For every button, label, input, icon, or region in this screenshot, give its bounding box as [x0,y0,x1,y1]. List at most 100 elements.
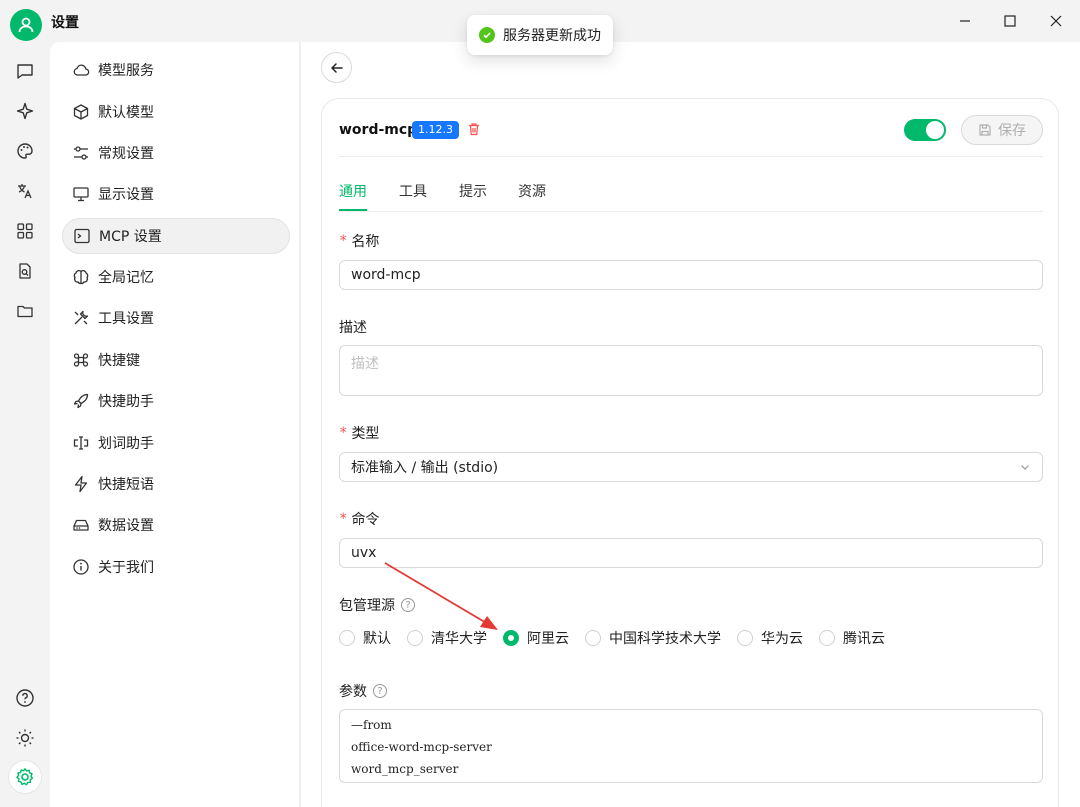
monitor-icon [72,185,90,203]
radio-dot [407,630,423,646]
header-divider [339,156,1043,157]
nav-item-model-service[interactable]: 模型服务 [62,52,290,88]
chat-icon[interactable] [14,60,36,82]
radio-dot [585,630,601,646]
settings-nav: 模型服务 默认模型 常规设置 显示设置 MCP 设置 全局记忆 工具设置 快捷键… [50,42,300,807]
description-textarea[interactable]: 描述 [339,345,1043,396]
version-badge: 1.12.3 [412,121,459,139]
nav-item-memory[interactable]: 全局记忆 [62,259,290,295]
radio-dot [819,630,835,646]
nav-item-label: 数据设置 [98,518,154,534]
check-circle-icon [479,27,495,43]
translate-icon[interactable] [14,180,36,202]
toast-message: 服务器更新成功 [503,28,601,44]
radio-registry-huawei[interactable]: 华为云 [737,628,803,648]
tab-resources[interactable]: 资源 [518,181,546,201]
nav-item-quick-phrases[interactable]: 快捷短语 [62,466,290,502]
save-label: 保存 [998,123,1026,139]
rocket-icon [72,392,90,410]
type-select[interactable]: 标准输入 / 输出 (stdio) [339,452,1043,482]
help-circle-icon: ? [373,684,387,698]
args-textarea[interactable]: —from office-word-mcp-server word_mcp_se… [339,709,1043,783]
nav-item-general[interactable]: 常规设置 [62,135,290,171]
help-circle-icon: ? [401,598,415,612]
nav-item-label: 工具设置 [98,311,154,327]
tab-prompts[interactable]: 提示 [459,181,487,201]
nav-item-selection-assistant[interactable]: 划词助手 [62,425,290,461]
toggle-knob [926,121,944,139]
content-area: word-mcp 1.12.3 保存 通用 工具 提示 资源 * 名称 word-… [301,42,1080,807]
name-input[interactable]: word-mcp [339,260,1043,290]
hard-drive-icon [72,516,90,534]
brain-icon [72,268,90,286]
delete-icon[interactable] [467,122,481,140]
args-label: 参数? [339,681,387,701]
radio-registry-default[interactable]: 默认 [339,628,391,648]
command-icon [72,351,90,369]
app-title: 设置 [51,15,79,31]
save-icon [979,124,991,136]
server-name: word-mcp [339,122,418,138]
args-line: —from [351,718,392,732]
command-input[interactable]: uvx [339,538,1043,568]
radio-registry-ustc[interactable]: 中国科学技术大学 [585,628,721,648]
back-button[interactable] [321,52,352,83]
nav-item-label: 显示设置 [98,187,154,203]
radio-dot [737,630,753,646]
nav-item-label: 快捷助手 [98,394,154,410]
chevron-down-icon [1021,465,1029,470]
sparkle-icon[interactable] [14,100,36,122]
nav-item-tools[interactable]: 工具设置 [62,300,290,336]
nav-item-label: 常规设置 [98,146,154,162]
cloud-icon [72,61,90,79]
minimize-button[interactable] [954,10,976,32]
user-avatar-icon[interactable] [10,9,42,41]
type-label: * 类型 [339,425,380,442]
registry-label: 包管理源? [339,595,415,615]
nav-item-label: 默认模型 [98,105,154,121]
radio-registry-tsinghua[interactable]: 清华大学 [407,628,487,648]
radio-registry-tencent[interactable]: 腾讯云 [819,628,885,648]
radio-registry-aliyun[interactable]: 阿里云 [503,628,569,648]
args-line: word_mcp_server [351,762,459,776]
apps-grid-icon[interactable] [14,220,36,242]
nav-item-display[interactable]: 显示设置 [62,176,290,212]
arrow-left-icon [330,62,343,73]
info-icon [72,558,90,576]
success-toast: 服务器更新成功 [467,15,613,55]
sun-icon[interactable] [14,727,36,749]
nav-item-label: 模型服务 [98,63,154,79]
tab-tools[interactable]: 工具 [399,181,427,201]
folder-icon[interactable] [14,300,36,322]
app-sidebar-rail [0,42,50,807]
cube-icon [72,103,90,121]
radio-dot [503,630,519,646]
nav-item-default-model[interactable]: 默认模型 [62,94,290,130]
radio-dot [339,630,355,646]
tab-general[interactable]: 通用 [339,181,367,201]
nav-item-data[interactable]: 数据设置 [62,507,290,543]
text-cursor-icon [72,434,90,452]
nav-item-label: MCP 设置 [99,229,162,245]
nav-item-label: 全局记忆 [98,270,154,286]
tools-icon [72,309,90,327]
settings-gear-icon[interactable] [9,761,41,793]
mcp-server-card: word-mcp 1.12.3 保存 通用 工具 提示 资源 * 名称 word-… [321,98,1059,807]
tabs-divider [339,211,1043,212]
nav-item-quick-assistant[interactable]: 快捷助手 [62,383,290,419]
save-button[interactable]: 保存 [961,115,1043,145]
file-search-icon[interactable] [14,260,36,282]
help-icon[interactable] [14,687,36,709]
nav-item-shortcuts[interactable]: 快捷键 [62,342,290,378]
nav-item-label: 划词助手 [98,436,154,452]
close-window-button[interactable] [1045,10,1067,32]
command-label: * 命令 [339,511,380,528]
palette-icon[interactable] [14,140,36,162]
server-enabled-toggle[interactable] [904,119,946,141]
nav-item-label: 关于我们 [98,560,154,576]
nav-item-label: 快捷短语 [98,477,154,493]
registry-radio-group: 默认 清华大学 阿里云 中国科学技术大学 华为云 腾讯云 [339,628,901,648]
maximize-button[interactable] [999,10,1021,32]
nav-item-about[interactable]: 关于我们 [62,549,290,585]
nav-item-mcp[interactable]: MCP 设置 [62,218,290,254]
